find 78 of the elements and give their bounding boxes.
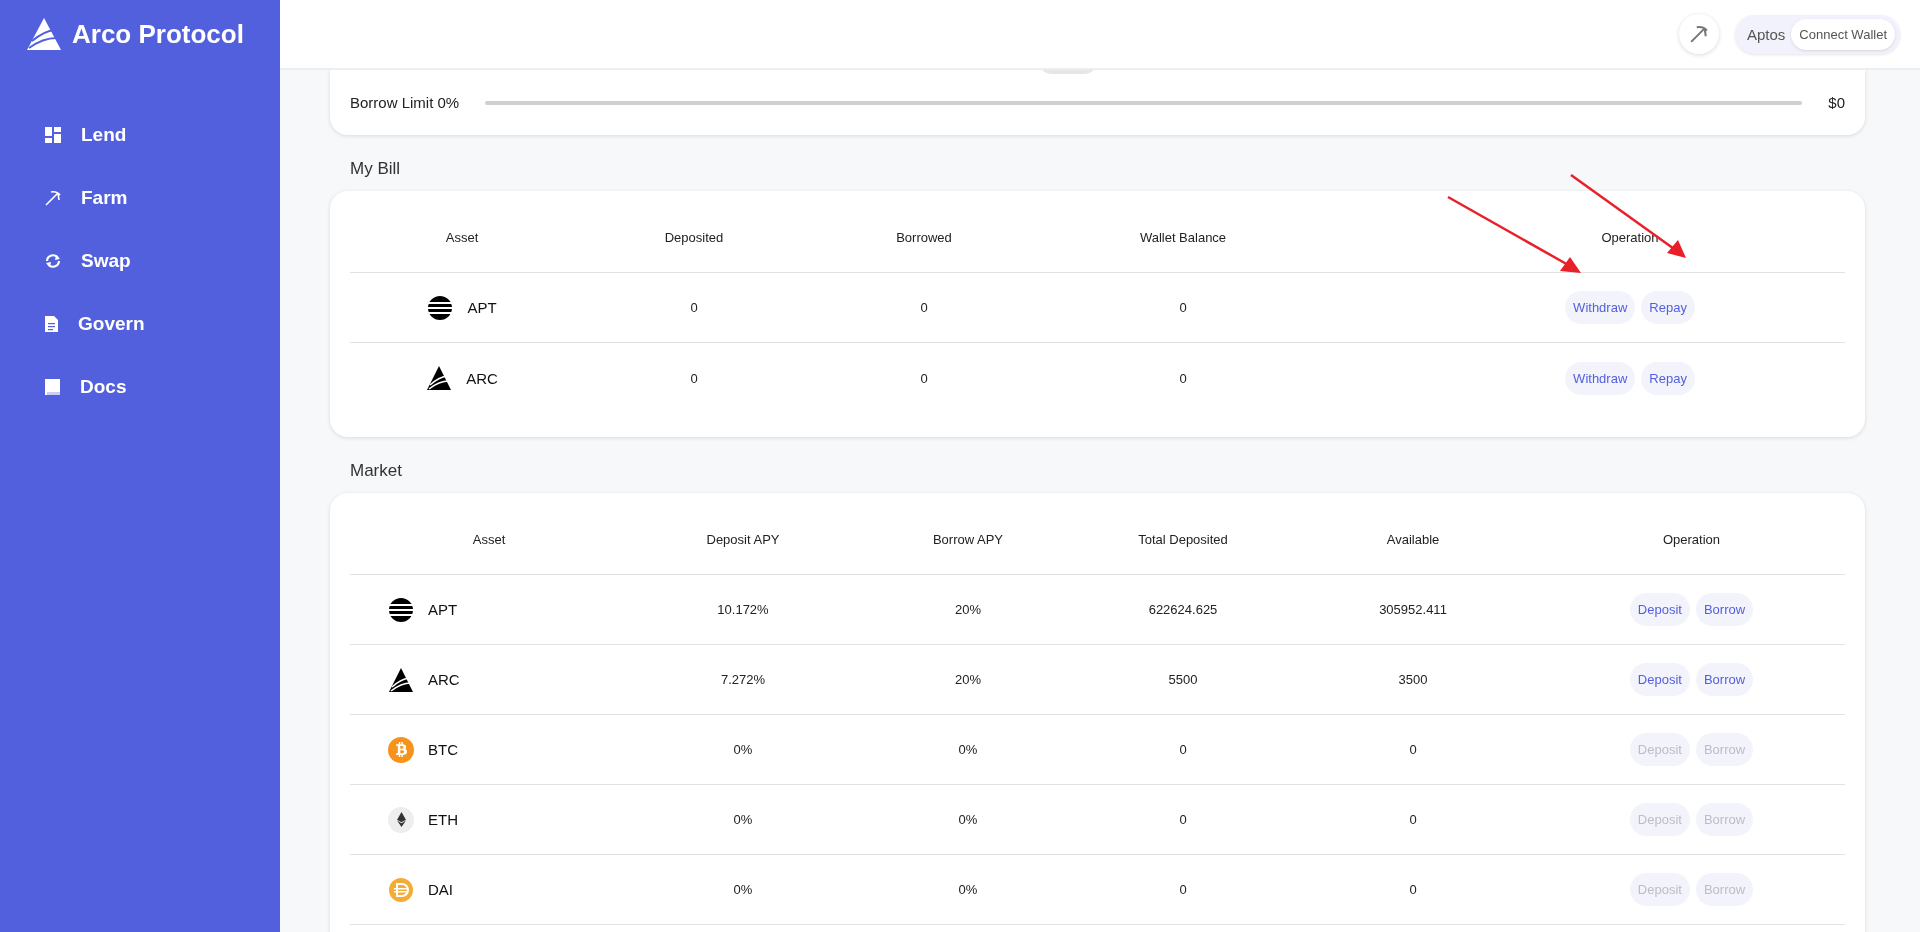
column-header: Asset xyxy=(471,532,507,547)
table-cell-text: 5500 xyxy=(1167,672,1199,687)
asset-name: BTC xyxy=(428,741,458,758)
triangle-logo-icon xyxy=(426,365,453,391)
action-button[interactable]: Borrow xyxy=(1695,593,1754,626)
table-cell-text: 0% xyxy=(732,882,754,897)
grid-icon xyxy=(45,126,61,143)
table-cell-text: 10.172% xyxy=(716,602,770,617)
table-cell-text: 0% xyxy=(732,742,754,757)
striped-coin-icon xyxy=(427,294,454,321)
action-button[interactable]: Withdraw xyxy=(1565,361,1636,395)
triangle-logo-icon xyxy=(388,666,414,693)
table-cell-text: 0% xyxy=(957,742,979,757)
borrow-limit-label: Borrow Limit 0% xyxy=(350,94,460,111)
table-cell-text: 0 xyxy=(919,370,929,386)
column-header: Operation xyxy=(1600,230,1660,245)
table-cell-text: 0 xyxy=(1408,742,1418,757)
column-header: Borrow APY xyxy=(931,532,1005,547)
column-header: Asset xyxy=(444,230,480,245)
asset-name: DAI xyxy=(428,881,453,898)
pickaxe-button[interactable] xyxy=(1678,14,1719,54)
column-header: Available xyxy=(1385,532,1441,547)
column-header: Deposit APY xyxy=(705,532,781,547)
dai-coin-icon xyxy=(388,876,414,903)
table-cell-text: 0% xyxy=(957,882,979,897)
asset-name: ARC xyxy=(466,369,498,387)
bitcoin-icon xyxy=(388,736,414,763)
column-header: Operation xyxy=(1661,532,1722,547)
action-button[interactable]: Withdraw xyxy=(1565,291,1636,324)
table-cell-text: 0 xyxy=(1178,300,1188,315)
section-title: My Bill xyxy=(349,158,402,180)
column-header: Wallet Balance xyxy=(1138,230,1228,245)
table-cell-text: 0 xyxy=(1178,812,1188,827)
table-cell-text: 0 xyxy=(919,300,929,315)
table-cell-text: 0 xyxy=(1178,882,1188,897)
table-cell-text: 0 xyxy=(689,300,699,315)
table-cell-text: 0 xyxy=(1178,370,1188,386)
refresh-icon xyxy=(45,252,61,269)
table-cell-text: 0% xyxy=(957,812,979,827)
sidebar-item[interactable]: Govern xyxy=(45,305,280,342)
connect-wallet-button[interactable]: Connect Wallet xyxy=(1791,18,1895,50)
sidebar-item[interactable]: Lend xyxy=(45,116,280,153)
table-cell-text: 0 xyxy=(1408,882,1418,897)
sidebar-item[interactable]: Swap xyxy=(45,242,280,279)
action-button[interactable]: Borrow xyxy=(1695,663,1754,696)
borrow-limit-value: $0 xyxy=(1828,94,1845,111)
document-icon xyxy=(45,315,58,332)
table-cell-text: 305952.411 xyxy=(1378,602,1448,617)
asset-name: APT xyxy=(467,299,497,316)
table-cell-text: 0 xyxy=(689,370,699,386)
action-button[interactable]: Repay xyxy=(1641,361,1695,395)
table-cell-text: 0 xyxy=(1408,812,1418,827)
table-cell-text: 3500 xyxy=(1397,672,1429,687)
ethereum-icon xyxy=(388,806,414,833)
brand-name: Arco Protocol xyxy=(72,18,244,50)
network-label: Aptos xyxy=(1746,25,1786,43)
pickaxe-icon xyxy=(45,189,61,206)
sidebar-item[interactable]: Docs xyxy=(45,368,280,405)
table-cell-text: 0% xyxy=(732,812,754,827)
action-button[interactable]: Deposit xyxy=(1629,593,1690,626)
striped-coin-icon xyxy=(388,596,414,623)
sidebar-item[interactable]: Farm xyxy=(45,179,280,216)
column-header: Total Deposited xyxy=(1137,532,1229,547)
table-cell-text: 20% xyxy=(954,602,982,617)
table-cell-text: 20% xyxy=(954,672,982,687)
section-title: Market xyxy=(349,460,403,482)
action-button[interactable]: Repay xyxy=(1641,291,1695,324)
table-cell-text: 622624.625 xyxy=(1147,602,1219,617)
asset-name: ARC xyxy=(428,671,460,688)
pickaxe-icon xyxy=(1689,25,1708,43)
table-cell-text: 7.272% xyxy=(719,672,767,687)
table-cell-text: 0 xyxy=(1178,742,1188,757)
mountain-logo-icon xyxy=(26,17,62,51)
column-header: Deposited xyxy=(663,230,725,245)
action-button[interactable]: Deposit xyxy=(1629,663,1690,696)
asset-name: APT xyxy=(428,601,458,618)
asset-name: ETH xyxy=(428,811,458,828)
column-header: Borrowed xyxy=(895,230,953,245)
